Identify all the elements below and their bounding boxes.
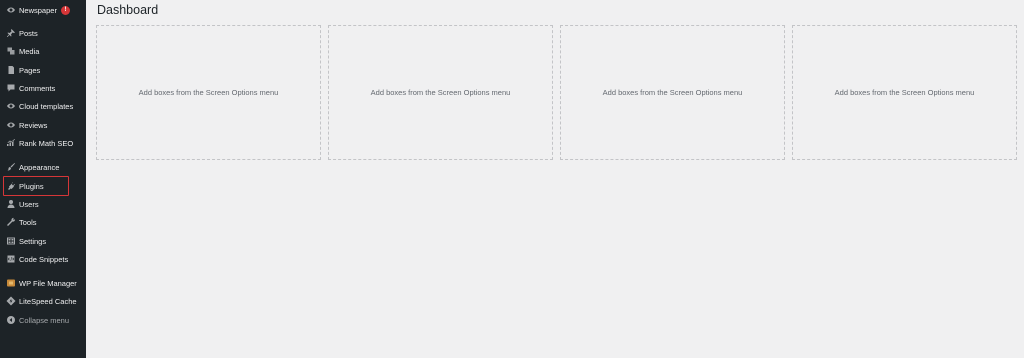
sidebar-item-litespeed-cache[interactable]: LiteSpeed Cache [0, 292, 86, 310]
settings-icon [3, 232, 19, 250]
drop-zone-text: Add boxes from the Screen Options menu [834, 88, 975, 97]
drop-zone-text: Add boxes from the Screen Options menu [602, 88, 743, 97]
folder-icon [3, 274, 19, 292]
sidebar-item-label: Newspaper [19, 5, 57, 15]
pushpin-icon [3, 24, 19, 42]
collapse-menu-button[interactable]: Collapse menu [0, 311, 86, 329]
sidebar-item-label: Tools [19, 217, 37, 227]
main-content: Dashboard Add boxes from the Screen Opti… [86, 0, 1024, 358]
sidebar-item-label: Settings [19, 236, 47, 246]
sidebar-item-label: Reviews [19, 120, 48, 130]
user-icon [3, 195, 19, 213]
sidebar-item-label: Media [19, 46, 40, 56]
collapse-arrow-icon [3, 311, 19, 329]
drop-zone-text: Add boxes from the Screen Options menu [370, 88, 511, 97]
eye-icon [3, 97, 19, 115]
page-title: Dashboard [97, 3, 159, 17]
sidebar-item-label: LiteSpeed Cache [19, 296, 77, 306]
sidebar-item-label: Cloud templates [19, 101, 74, 111]
comments-icon [3, 79, 19, 97]
rank-math-chart-icon [3, 134, 19, 152]
sidebar-item-label: WP File Manager [19, 278, 77, 288]
sidebar-item-tools[interactable]: Tools [0, 213, 86, 231]
sidebar-item-code-snippets[interactable]: Code Snippets [0, 250, 86, 268]
sidebar-item-posts[interactable]: Posts [0, 24, 86, 42]
sidebar-item-label: Appearance [19, 162, 60, 172]
sidebar-item-newspaper[interactable]: Newspaper ! [0, 1, 86, 19]
sidebar-item-label: Collapse menu [19, 315, 70, 325]
dashboard-drop-zone: Add boxes from the Screen Options menu [792, 25, 1017, 160]
sidebar-item-label: Pages [19, 65, 41, 75]
wrench-icon [3, 213, 19, 231]
drop-zone-text: Add boxes from the Screen Options menu [138, 88, 279, 97]
sidebar-item-pages[interactable]: Pages [0, 61, 86, 79]
sidebar-item-cloud-templates[interactable]: Cloud templates [0, 97, 86, 115]
paintbrush-icon [3, 158, 19, 176]
pages-icon [3, 61, 19, 79]
sidebar-item-plugins[interactable]: Plugins [0, 177, 86, 195]
sidebar-item-rank-math-seo[interactable]: Rank Math SEO [0, 134, 86, 152]
sidebar-item-comments[interactable]: Comments [0, 79, 86, 97]
alert-badge: ! [60, 5, 70, 15]
sidebar-item-label: Code Snippets [19, 254, 69, 264]
code-snippets-icon [3, 250, 19, 268]
dashboard-drop-zone: Add boxes from the Screen Options menu [96, 25, 321, 160]
sidebar-item-label: Plugins [19, 181, 44, 191]
eye-icon [3, 116, 19, 134]
sidebar-item-reviews[interactable]: Reviews [0, 116, 86, 134]
dashboard-drop-zone: Add boxes from the Screen Options menu [560, 25, 785, 160]
sidebar-item-label: Comments [19, 83, 56, 93]
litespeed-diamond-icon [3, 292, 19, 310]
sidebar-item-settings[interactable]: Settings [0, 232, 86, 250]
dashboard-drop-zone: Add boxes from the Screen Options menu [328, 25, 553, 160]
sidebar-item-label: Users [19, 199, 39, 209]
sidebar-item-label: Posts [19, 28, 38, 38]
admin-sidebar: Newspaper ! Posts Media Pages Comments C… [0, 0, 86, 358]
sidebar-item-wp-file-manager[interactable]: WP File Manager [0, 274, 86, 292]
sidebar-item-appearance[interactable]: Appearance [0, 158, 86, 176]
sidebar-item-media[interactable]: Media [0, 42, 86, 60]
sidebar-item-label: Rank Math SEO [19, 138, 74, 148]
eye-icon [3, 1, 19, 19]
plugin-icon [3, 177, 19, 195]
sidebar-item-users[interactable]: Users [0, 195, 86, 213]
media-icon [3, 42, 19, 60]
